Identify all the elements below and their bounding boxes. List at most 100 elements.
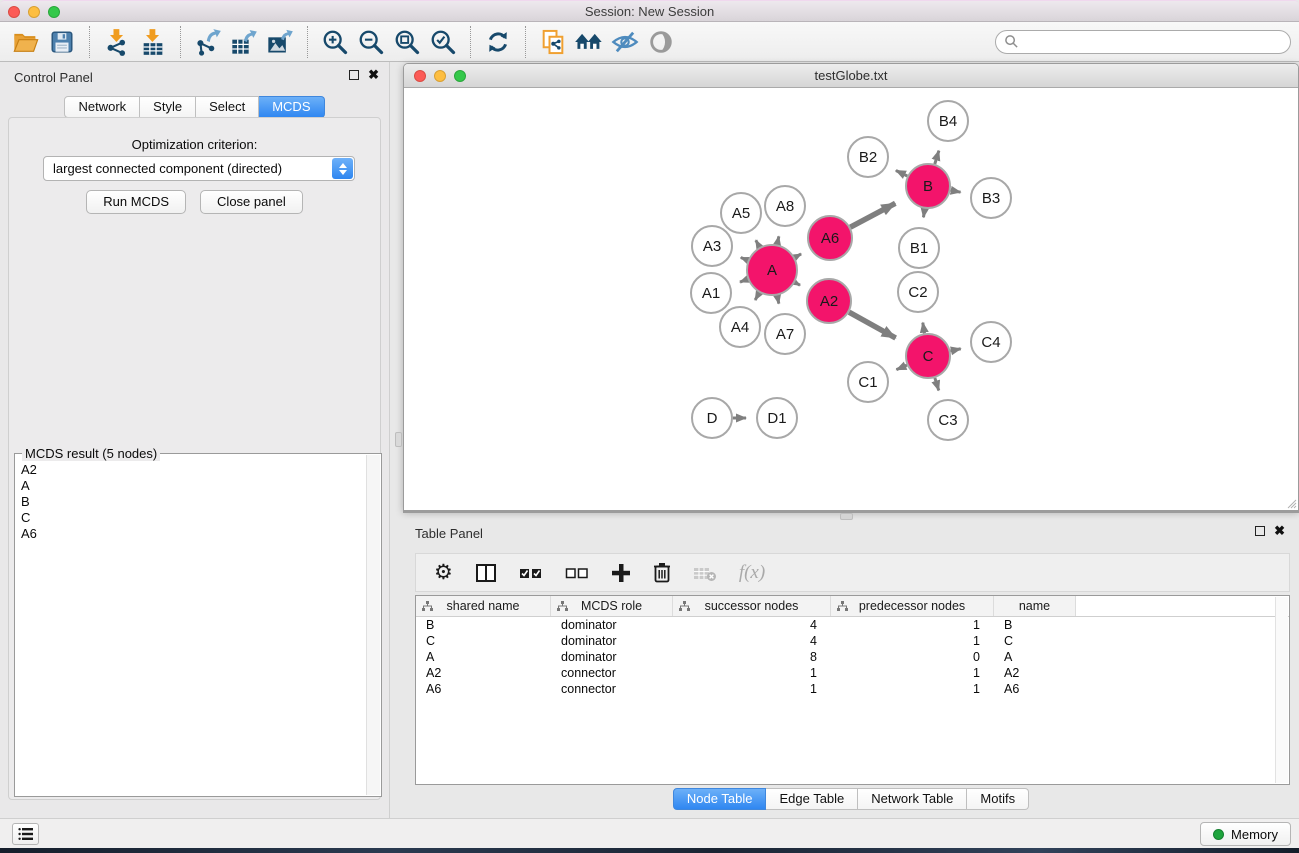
graph-node-C1[interactable]: C1: [848, 362, 888, 402]
table-row[interactable]: A6connector11A6: [416, 681, 1289, 697]
graph-edge[interactable]: [850, 203, 895, 227]
network-canvas[interactable]: B4B2BB3A5A8A6B1A3AA1C2A2A4A7C4CC1DD1C3: [404, 88, 1298, 510]
graph-edge[interactable]: [951, 190, 961, 192]
tab-motifs[interactable]: Motifs: [967, 788, 1029, 810]
select-all-icon[interactable]: [519, 566, 543, 580]
save-icon[interactable]: [44, 25, 80, 59]
mcds-result-list[interactable]: A2ABCA6: [15, 454, 381, 796]
tab-mcds[interactable]: MCDS: [259, 96, 324, 118]
graph-node-B2[interactable]: B2: [848, 137, 888, 177]
memory-button[interactable]: Memory: [1200, 822, 1291, 846]
home-icon[interactable]: [571, 25, 607, 59]
graph-node-A7[interactable]: A7: [765, 314, 805, 354]
graph-node-A1[interactable]: A1: [691, 273, 731, 313]
session-details-icon[interactable]: [535, 25, 571, 59]
delete-column-icon[interactable]: [653, 562, 671, 583]
table-row[interactable]: Adominator80A: [416, 649, 1289, 665]
graph-edge[interactable]: [950, 349, 960, 351]
close-panel-button[interactable]: Close panel: [200, 190, 303, 214]
graph-edge[interactable]: [896, 170, 907, 176]
table-row[interactable]: Cdominator41C: [416, 633, 1289, 649]
result-item[interactable]: C: [21, 510, 381, 526]
column-header-mcds-role[interactable]: MCDS role: [551, 596, 673, 616]
refresh-icon[interactable]: [480, 25, 516, 59]
float-table-panel-icon[interactable]: [1255, 526, 1265, 536]
result-item[interactable]: A: [21, 478, 381, 494]
graph-edge[interactable]: [756, 240, 760, 247]
search-input[interactable]: [1019, 34, 1282, 49]
show-graphics-details-icon[interactable]: [643, 25, 679, 59]
graph-edge[interactable]: [777, 295, 779, 303]
graph-node-D[interactable]: D: [692, 398, 732, 438]
open-folder-icon[interactable]: [8, 25, 44, 59]
graph-node-B3[interactable]: B3: [971, 178, 1011, 218]
graph-node-A4[interactable]: A4: [720, 307, 760, 347]
graph-edge[interactable]: [741, 258, 748, 261]
table-row[interactable]: Bdominator41B: [416, 617, 1289, 633]
column-header-name[interactable]: name: [994, 596, 1076, 616]
graph-node-A[interactable]: A: [747, 245, 797, 295]
import-table-icon[interactable]: [135, 25, 171, 59]
graph-node-C4[interactable]: C4: [971, 322, 1011, 362]
zoom-in-icon[interactable]: [317, 25, 353, 59]
graph-edge[interactable]: [935, 378, 939, 390]
column-header-shared-name[interactable]: shared name: [416, 596, 551, 616]
result-item[interactable]: A6: [21, 526, 381, 542]
graph-edge[interactable]: [740, 279, 748, 282]
export-network-icon[interactable]: [190, 25, 226, 59]
run-mcds-button[interactable]: Run MCDS: [86, 190, 186, 214]
graph-edge[interactable]: [795, 254, 801, 257]
graph-node-A2[interactable]: A2: [807, 279, 851, 323]
export-table-icon[interactable]: [226, 25, 262, 59]
graph-edge[interactable]: [777, 236, 779, 244]
network-graph[interactable]: B4B2BB3A5A8A6B1A3AA1C2A2A4A7C4CC1DD1C3: [404, 88, 1298, 510]
graph-edge[interactable]: [896, 365, 906, 370]
zoom-fit-icon[interactable]: [389, 25, 425, 59]
tab-network-table[interactable]: Network Table: [858, 788, 967, 810]
resize-grip-icon[interactable]: [1285, 497, 1297, 509]
search-field[interactable]: [995, 30, 1291, 54]
tab-select[interactable]: Select: [196, 96, 259, 118]
result-item[interactable]: B: [21, 494, 381, 510]
graph-node-A6[interactable]: A6: [808, 216, 852, 260]
import-network-icon[interactable]: [99, 25, 135, 59]
task-history-button[interactable]: [12, 823, 39, 845]
graph-edge[interactable]: [795, 282, 800, 285]
show-columns-icon[interactable]: [475, 563, 497, 583]
graph-edge[interactable]: [923, 323, 925, 334]
column-header-successor-nodes[interactable]: successor nodes: [673, 596, 831, 616]
graph-edge[interactable]: [935, 151, 939, 164]
graph-edge[interactable]: [923, 209, 924, 218]
graph-edge[interactable]: [849, 312, 896, 338]
panel-divider-grip[interactable]: [395, 432, 402, 447]
graph-node-B4[interactable]: B4: [928, 101, 968, 141]
criterion-dropdown[interactable]: largest connected component (directed): [43, 156, 355, 181]
tab-edge-table[interactable]: Edge Table: [766, 788, 858, 810]
graph-edge[interactable]: [755, 293, 759, 300]
network-window-titlebar[interactable]: testGlobe.txt: [404, 64, 1298, 88]
graph-node-A3[interactable]: A3: [692, 226, 732, 266]
close-panel-icon[interactable]: ✖: [368, 70, 379, 80]
tab-node-table[interactable]: Node Table: [673, 788, 767, 810]
horizontal-divider-grip[interactable]: [840, 513, 853, 520]
hide-graphics-details-icon[interactable]: [607, 25, 643, 59]
graph-node-C2[interactable]: C2: [898, 272, 938, 312]
graph-node-C[interactable]: C: [906, 334, 950, 378]
graph-node-B1[interactable]: B1: [899, 228, 939, 268]
graph-node-C3[interactable]: C3: [928, 400, 968, 440]
table-settings-gear-icon[interactable]: ⚙: [434, 563, 453, 583]
result-scrollbar[interactable]: [366, 455, 380, 795]
tab-network[interactable]: Network: [64, 96, 140, 118]
float-panel-icon[interactable]: [349, 70, 359, 80]
column-header-predecessor-nodes[interactable]: predecessor nodes: [831, 596, 994, 616]
tab-style[interactable]: Style: [140, 96, 196, 118]
zoom-out-icon[interactable]: [353, 25, 389, 59]
result-item[interactable]: A2: [21, 462, 381, 478]
deselect-all-icon[interactable]: [565, 566, 589, 580]
graph-node-A8[interactable]: A8: [765, 186, 805, 226]
table-row[interactable]: A2connector11A2: [416, 665, 1289, 681]
table-scrollbar[interactable]: [1275, 597, 1288, 783]
graph-node-A5[interactable]: A5: [721, 193, 761, 233]
export-image-icon[interactable]: [262, 25, 298, 59]
close-table-panel-icon[interactable]: ✖: [1274, 526, 1285, 536]
